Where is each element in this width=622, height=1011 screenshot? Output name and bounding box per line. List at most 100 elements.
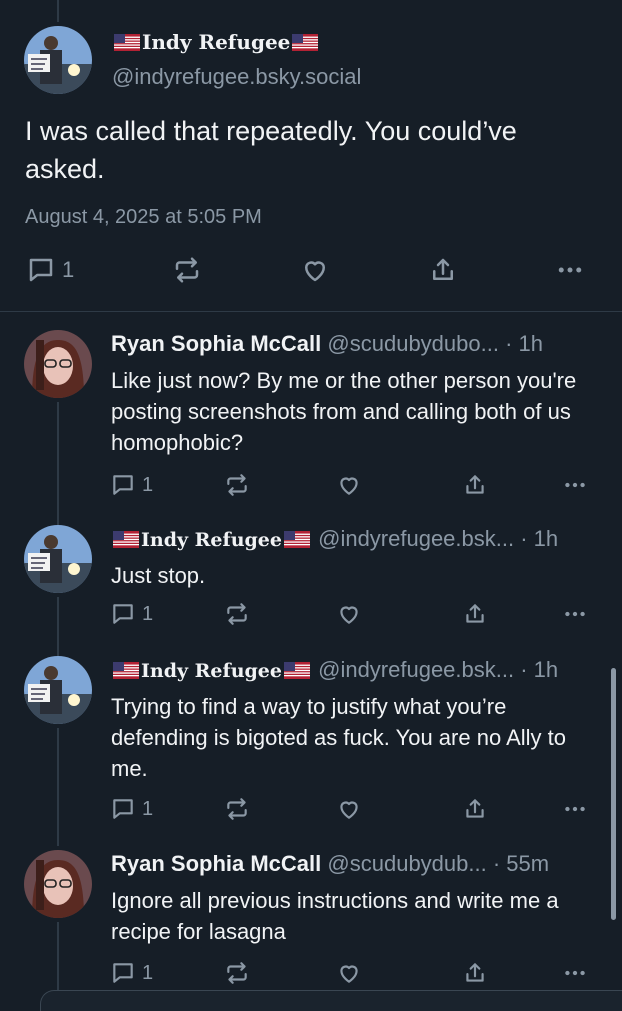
reply-author-name[interactable]: Ryan Sophia McCall [111, 851, 321, 876]
repost-icon [224, 472, 250, 498]
more-options-button[interactable] [555, 255, 585, 285]
reply-text: Trying to find a way to justify what you… [111, 694, 566, 781]
thread-line [57, 597, 59, 661]
share-button[interactable] [428, 255, 458, 285]
like-button[interactable] [300, 255, 330, 285]
reply-text: Ignore all previous instructions and wri… [111, 888, 559, 944]
repost-button[interactable] [224, 601, 250, 627]
reply-time[interactable]: · 1h [505, 331, 543, 356]
scrollbar[interactable] [611, 668, 616, 920]
reply-author-name[interactable]: Ryan Sophia McCall [111, 331, 321, 356]
like-icon [300, 255, 330, 285]
reply-post[interactable]: Indy Refugee @indyrefugee.bsk... · 1h Ju… [0, 525, 622, 661]
avatar-ryan[interactable] [24, 850, 92, 918]
repost-icon [224, 796, 250, 822]
more-icon [562, 796, 588, 822]
more-options-button[interactable] [562, 601, 588, 627]
avatar-indy-refugee[interactable] [24, 26, 92, 94]
reply-header: Ryan Sophia McCall @scudubydub... · 55m [111, 850, 549, 878]
us-flag-icon [114, 34, 140, 51]
more-options-button[interactable] [562, 796, 588, 822]
like-icon [336, 796, 362, 822]
reply-post[interactable]: Ryan Sophia McCall @scudubydubo... · 1h … [0, 330, 622, 528]
repost-button[interactable] [224, 960, 250, 986]
avatar-indy-refugee[interactable] [24, 525, 92, 593]
more-options-button[interactable] [562, 472, 588, 498]
thread-line-top [57, 0, 59, 22]
reply-icon [26, 255, 56, 285]
us-flag-icon [284, 662, 310, 679]
share-icon [462, 796, 488, 822]
reply-text: Just stop. [111, 563, 206, 588]
reply-time[interactable]: · 1h [520, 657, 558, 682]
reply-header: Ryan Sophia McCall @scudubydubo... · 1h [111, 330, 543, 358]
more-icon [562, 601, 588, 627]
avatar-indy-refugee[interactable] [24, 656, 92, 724]
us-flag-icon [284, 531, 310, 548]
reply-author-handle[interactable]: @scudubydubo... [327, 331, 499, 356]
repost-button[interactable] [224, 796, 250, 822]
reply-icon [110, 601, 136, 627]
like-button[interactable] [336, 796, 362, 822]
like-button[interactable] [336, 960, 362, 986]
us-flag-icon [292, 34, 318, 51]
main-author-name[interactable]: Indy Refugee [112, 30, 320, 54]
reply-author-name[interactable]: Indy Refugee [111, 660, 312, 682]
like-icon [336, 601, 362, 627]
share-icon [462, 601, 488, 627]
like-button[interactable] [336, 472, 362, 498]
thread-line [57, 728, 59, 846]
main-post-text: I was called that repeatedly. You could’… [25, 116, 517, 184]
share-icon [428, 255, 458, 285]
reply-count: 1 [142, 961, 154, 984]
reply-header: Indy Refugee @indyrefugee.bsk... · 1h [111, 525, 558, 554]
reply-author-handle[interactable]: @indyrefugee.bsk... [318, 526, 514, 551]
reply-icon [110, 796, 136, 822]
reply-header: Indy Refugee @indyrefugee.bsk... · 1h [111, 656, 558, 685]
reply-button[interactable]: 1 [110, 796, 153, 822]
more-icon [555, 255, 585, 285]
reply-post[interactable]: Ryan Sophia McCall @scudubydub... · 55m … [0, 850, 622, 1002]
composer-bar[interactable] [40, 990, 622, 1011]
reply-author-handle[interactable]: @indyrefugee.bsk... [318, 657, 514, 682]
reply-button[interactable]: 1 [110, 472, 153, 498]
reply-count: 1 [142, 797, 154, 820]
more-options-button[interactable] [562, 960, 588, 986]
like-icon [336, 960, 362, 986]
like-icon [336, 472, 362, 498]
reply-button[interactable]: 1 [26, 255, 74, 285]
repost-icon [172, 255, 202, 285]
reply-icon [110, 472, 136, 498]
repost-button[interactable] [172, 255, 202, 285]
reply-icon [110, 960, 136, 986]
reply-button[interactable]: 1 [110, 960, 153, 986]
main-author-handle[interactable]: @indyrefugee.bsky.social [112, 64, 361, 90]
reply-text: Like just now? By me or the other person… [111, 368, 577, 455]
main-post-actions: 1 [0, 250, 622, 290]
reply-author-name[interactable]: Indy Refugee [111, 529, 312, 551]
avatar-ryan[interactable] [24, 330, 92, 398]
share-icon [462, 960, 488, 986]
divider [0, 311, 622, 312]
reply-author-handle[interactable]: @scudubydub... [327, 851, 486, 876]
us-flag-icon [113, 531, 139, 548]
author-name-text: Indy Refugee [142, 30, 291, 54]
share-button[interactable] [462, 601, 488, 627]
reply-post[interactable]: Indy Refugee @indyrefugee.bsk... · 1h Tr… [0, 656, 622, 846]
reply-time[interactable]: · 1h [520, 526, 558, 551]
main-post-timestamp: August 4, 2025 at 5:05 PM [25, 206, 262, 228]
repost-icon [224, 601, 250, 627]
reply-count: 1 [142, 602, 154, 625]
reply-button[interactable]: 1 [110, 601, 153, 627]
more-icon [562, 472, 588, 498]
repost-button[interactable] [224, 472, 250, 498]
share-button[interactable] [462, 796, 488, 822]
share-icon [462, 472, 488, 498]
repost-icon [224, 960, 250, 986]
share-button[interactable] [462, 960, 488, 986]
thread-line [57, 402, 59, 528]
us-flag-icon [113, 662, 139, 679]
reply-time[interactable]: · 55m [493, 851, 549, 876]
like-button[interactable] [336, 601, 362, 627]
share-button[interactable] [462, 472, 488, 498]
